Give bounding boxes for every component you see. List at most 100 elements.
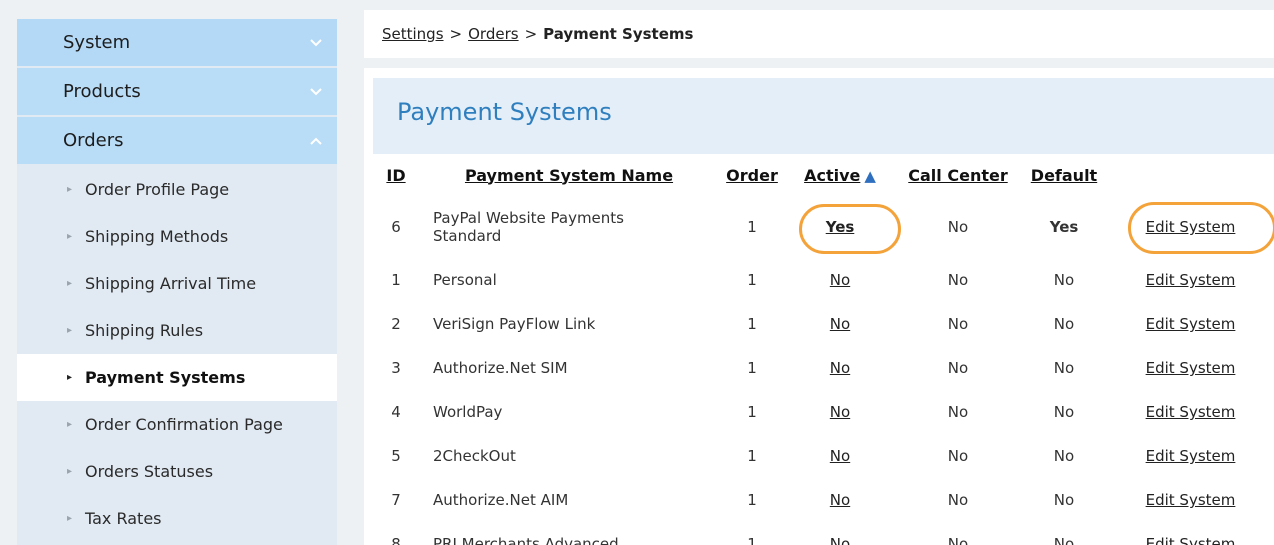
sidebar-section-label: System — [63, 32, 131, 53]
toggle-active-link[interactable]: No — [830, 491, 850, 509]
cell-id: 1 — [391, 271, 401, 289]
sidebar-item-label: Shipping Rules — [85, 321, 204, 340]
cell-name: PRI Merchants Advanced — [433, 535, 619, 545]
sidebar-item-shipping-methods[interactable]: ▸ Shipping Methods — [17, 213, 337, 260]
cell-id: 6 — [391, 218, 401, 236]
cell-action: Edit System — [1107, 478, 1274, 522]
cell-call-center: No — [947, 271, 969, 289]
sidebar-section-orders[interactable]: Orders — [17, 117, 337, 164]
cell-name: WorldPay — [433, 403, 503, 421]
toggle-active-link[interactable]: No — [830, 359, 850, 377]
sidebar-item-label: Tax Rates — [85, 509, 162, 528]
sort-link-order[interactable]: Order — [726, 166, 778, 185]
bullet-arrow-icon: ▸ — [67, 184, 73, 195]
column-header-name[interactable]: Payment System Name — [419, 154, 719, 196]
sidebar-item-orders-statuses[interactable]: ▸ Orders Statuses — [17, 448, 337, 495]
column-header-call-center[interactable]: Call Center — [895, 154, 1021, 196]
cell-active: No — [785, 434, 895, 478]
toggle-active-link[interactable]: No — [830, 403, 850, 421]
page-title: Payment Systems — [397, 98, 612, 126]
cell-call-center: No — [947, 447, 969, 465]
cell-default: No — [1053, 359, 1075, 377]
sidebar-item-order-profile-page[interactable]: ▸ Order Profile Page — [17, 166, 337, 213]
column-header-id[interactable]: ID — [373, 154, 419, 196]
cell-call-center: No — [947, 315, 969, 333]
cell-call-center: No — [947, 535, 969, 545]
toggle-active-link[interactable]: No — [830, 315, 850, 333]
breadcrumb-link-settings[interactable]: Settings — [382, 25, 444, 43]
edit-system-link[interactable]: Edit System — [1146, 491, 1236, 509]
table-row: 3 Authorize.Net SIM 1 No No No Edit Syst… — [373, 346, 1274, 390]
chevron-down-icon — [308, 84, 324, 100]
edit-system-link[interactable]: Edit System — [1146, 271, 1236, 289]
main-panel: Payment Systems ID Payment System Name O… — [364, 68, 1274, 545]
sidebar-item-label: Order Confirmation Page — [85, 415, 283, 434]
chevron-up-icon — [308, 133, 324, 149]
table-row: 7 Authorize.Net AIM 1 No No No Edit Syst… — [373, 478, 1274, 522]
sidebar-item-label: Order Profile Page — [85, 180, 230, 199]
edit-system-link[interactable]: Edit System — [1146, 447, 1236, 465]
cell-active: No — [785, 346, 895, 390]
bullet-arrow-icon: ▸ — [67, 419, 73, 430]
column-header-order[interactable]: Order — [719, 154, 785, 196]
table-row: 6 PayPal Website Payments Standard 1 Yes… — [373, 196, 1274, 258]
cell-default: No — [1053, 535, 1075, 545]
sidebar: System Products Orders ▸ Order Profile P… — [17, 19, 337, 545]
table-row: 8 PRI Merchants Advanced 1 No No No Edit… — [373, 522, 1274, 545]
breadcrumb: Settings > Orders > Payment Systems — [364, 10, 1274, 58]
column-header-active[interactable]: Active ▲ — [785, 154, 895, 196]
cell-name: PayPal Website Payments Standard — [419, 196, 719, 258]
sidebar-item-order-confirmation-page[interactable]: ▸ Order Confirmation Page — [17, 401, 337, 448]
sidebar-item-shipping-arrival-time[interactable]: ▸ Shipping Arrival Time — [17, 260, 337, 307]
sidebar-section-system[interactable]: System — [17, 19, 337, 66]
edit-system-link[interactable]: Edit System — [1146, 403, 1236, 421]
edit-system-link[interactable]: Edit System — [1146, 359, 1236, 377]
sort-link-id[interactable]: ID — [386, 166, 405, 185]
column-header-actions — [1107, 154, 1274, 196]
cell-id: 2 — [391, 315, 401, 333]
cell-call-center: No — [947, 403, 969, 421]
sidebar-item-payment-systems[interactable]: ▸ Payment Systems — [17, 354, 337, 401]
cell-id: 7 — [391, 491, 401, 509]
toggle-active-link[interactable]: No — [830, 271, 850, 289]
breadcrumb-link-orders[interactable]: Orders — [468, 25, 518, 43]
panel-header: Payment Systems — [373, 78, 1274, 154]
sort-link-active[interactable]: Active — [804, 166, 860, 185]
bullet-arrow-icon: ▸ — [67, 278, 73, 289]
bullet-arrow-icon: ▸ — [67, 513, 73, 524]
sidebar-item-tax-rates[interactable]: ▸ Tax Rates — [17, 495, 337, 542]
edit-system-link[interactable]: Edit System — [1146, 218, 1236, 236]
cell-id: 3 — [391, 359, 401, 377]
highlight-circle: Edit System — [1127, 202, 1274, 254]
edit-system-link[interactable]: Edit System — [1146, 315, 1236, 333]
sidebar-item-label: Shipping Methods — [85, 227, 229, 246]
cell-name: Personal — [433, 271, 497, 289]
cell-action: Edit System — [1107, 196, 1274, 258]
sort-link-default[interactable]: Default — [1031, 166, 1097, 185]
cell-active: No — [785, 390, 895, 434]
cell-active: Yes — [785, 196, 900, 258]
sidebar-section-products[interactable]: Products — [17, 68, 337, 115]
toggle-active-link[interactable]: No — [830, 447, 850, 465]
toggle-active-link[interactable]: Yes — [826, 218, 855, 236]
sidebar-section-label: Orders — [63, 130, 124, 151]
table-row: 5 2CheckOut 1 No No No Edit System — [373, 434, 1274, 478]
cell-order: 1 — [747, 218, 757, 236]
breadcrumb-separator: > — [524, 25, 538, 43]
toggle-active-link[interactable]: No — [830, 535, 850, 545]
sort-link-call-center[interactable]: Call Center — [908, 166, 1007, 185]
sidebar-item-shipping-rules[interactable]: ▸ Shipping Rules — [17, 307, 337, 354]
cell-default: No — [1053, 315, 1075, 333]
sidebar-item-label: Payment Systems — [85, 368, 246, 387]
sort-link-name[interactable]: Payment System Name — [465, 166, 673, 185]
sidebar-item-label: Orders Statuses — [85, 462, 214, 481]
bullet-arrow-icon: ▸ — [67, 466, 73, 477]
cell-active: No — [785, 478, 895, 522]
chevron-down-icon — [308, 35, 324, 51]
cell-name-line: PayPal Website Payments — [433, 209, 624, 227]
column-header-default[interactable]: Default — [1021, 154, 1107, 196]
cell-order: 1 — [747, 491, 757, 509]
cell-call-center: No — [947, 491, 969, 509]
edit-system-link[interactable]: Edit System — [1146, 535, 1236, 545]
cell-action: Edit System — [1107, 522, 1274, 545]
